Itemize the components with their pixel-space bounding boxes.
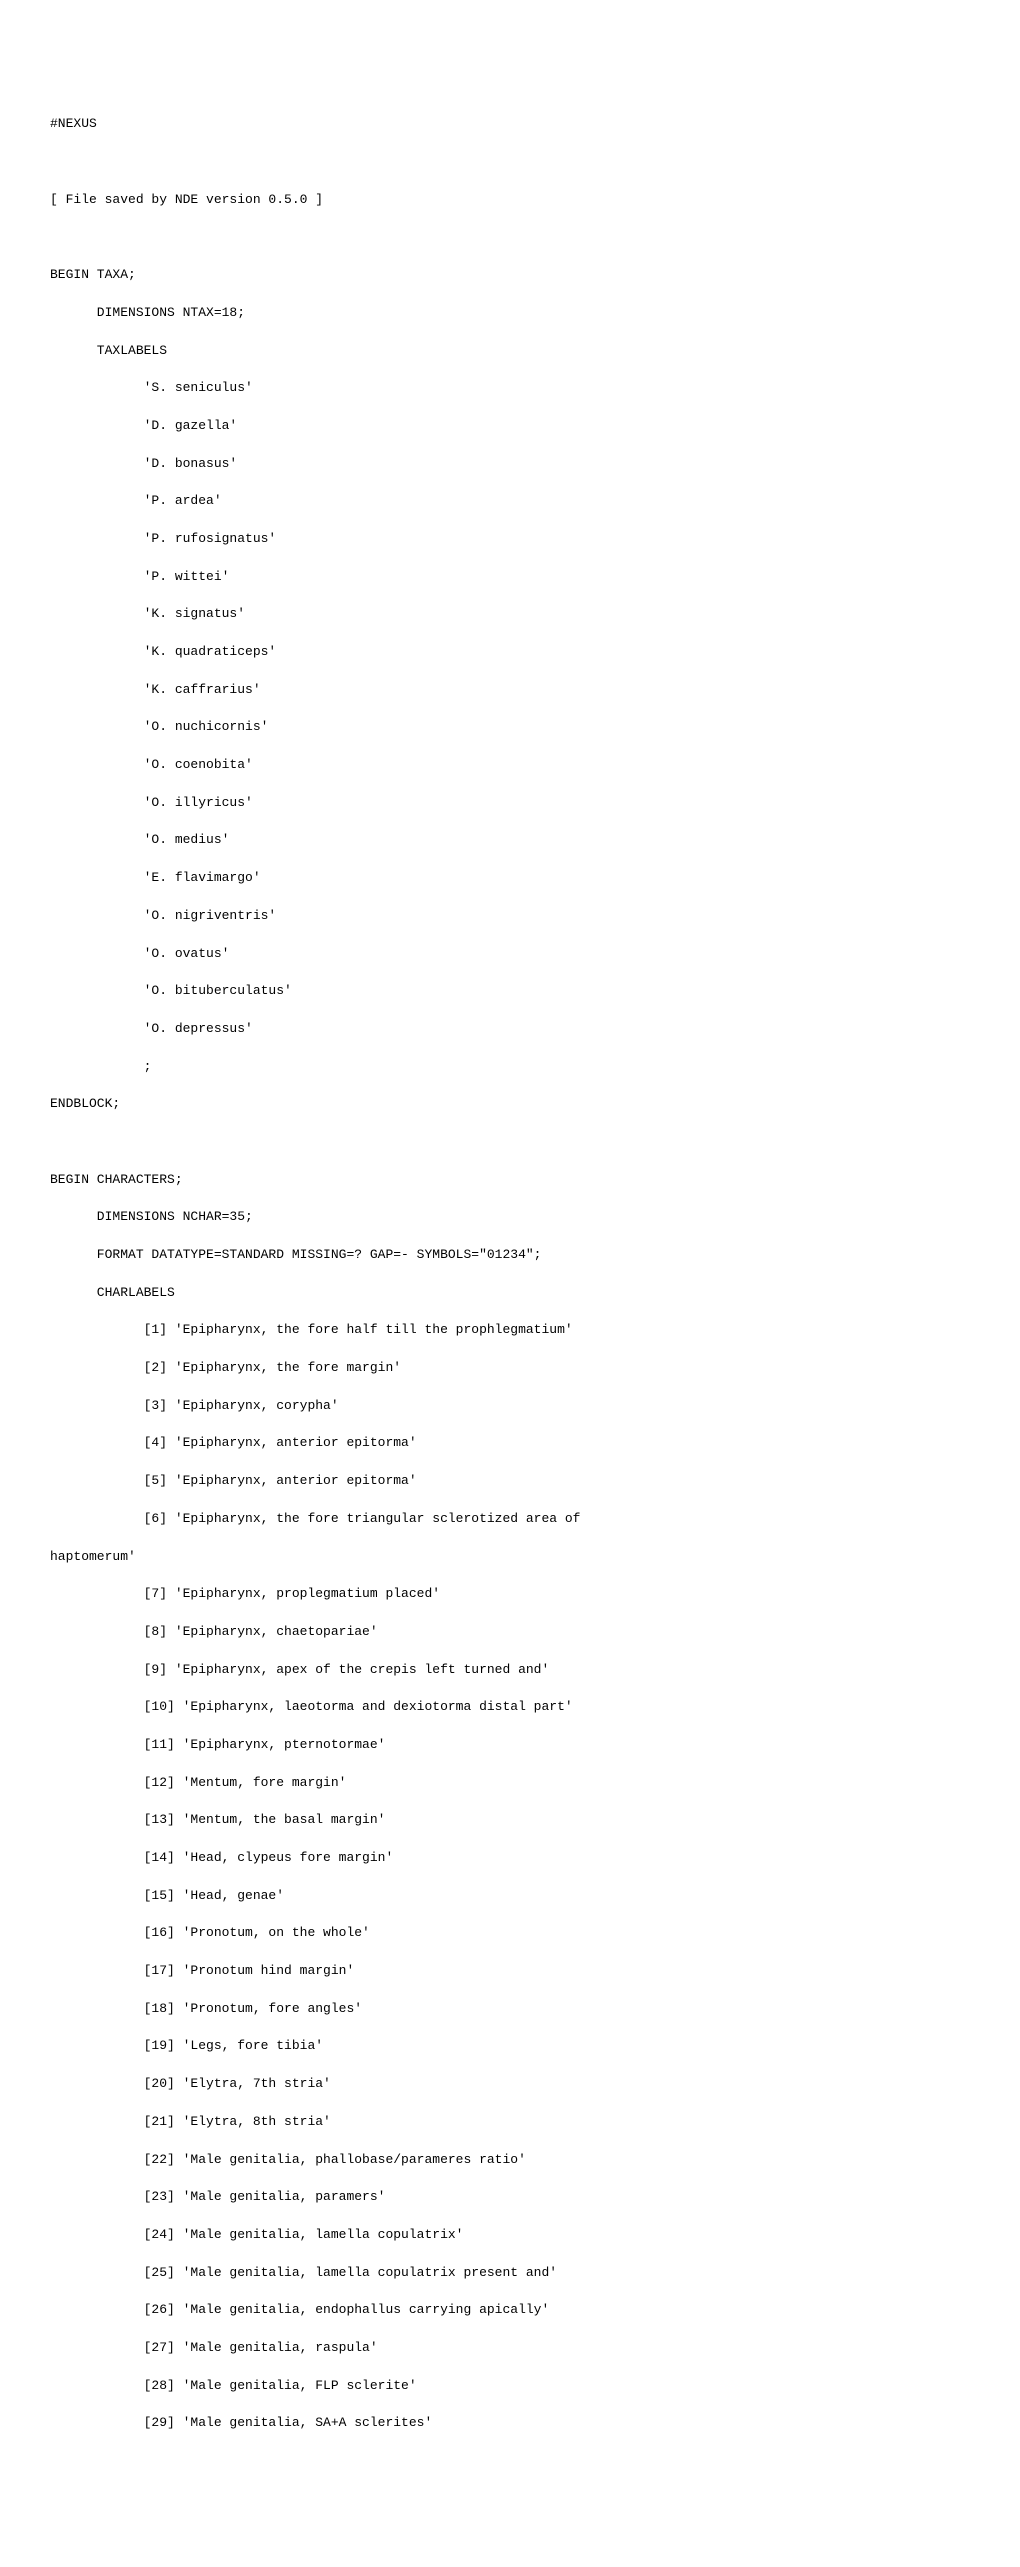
- charlabel: [25] 'Male genitalia, lamella copulatrix…: [50, 2264, 970, 2283]
- taxlabel: 'O. illyricus': [50, 794, 970, 813]
- taxlabel: 'O. medius': [50, 831, 970, 850]
- taxa-dimensions: DIMENSIONS NTAX=18;: [50, 304, 970, 323]
- charlabel: [16] 'Pronotum, on the whole': [50, 1924, 970, 1943]
- taxlabel: 'K. signatus': [50, 605, 970, 624]
- charlabel: [12] 'Mentum, fore margin': [50, 1774, 970, 1793]
- taxlabel: 'O. ovatus': [50, 945, 970, 964]
- file-comment: [ File saved by NDE version 0.5.0 ]: [50, 191, 970, 210]
- charlabel: [26] 'Male genitalia, endophallus carryi…: [50, 2301, 970, 2320]
- taxlabels-semicolon: ;: [50, 1058, 970, 1077]
- taxlabel: 'O. nuchicornis': [50, 718, 970, 737]
- taxlabel: 'D. bonasus': [50, 455, 970, 474]
- charlabel: [3] 'Epipharynx, corypha': [50, 1397, 970, 1416]
- taxlabel: 'E. flavimargo': [50, 869, 970, 888]
- nexus-header: #NEXUS: [50, 115, 970, 134]
- charlabel: [11] 'Epipharynx, pternotormae': [50, 1736, 970, 1755]
- begin-taxa: BEGIN TAXA;: [50, 266, 970, 285]
- charlabel: [1] 'Epipharynx, the fore half till the …: [50, 1321, 970, 1340]
- charlabel: [18] 'Pronotum, fore angles': [50, 2000, 970, 2019]
- taxlabel: 'P. rufosignatus': [50, 530, 970, 549]
- charlabel: [13] 'Mentum, the basal margin': [50, 1811, 970, 1830]
- charlabel: [17] 'Pronotum hind margin': [50, 1962, 970, 1981]
- charlabel: [2] 'Epipharynx, the fore margin': [50, 1359, 970, 1378]
- charlabel: [22] 'Male genitalia, phallobase/paramer…: [50, 2151, 970, 2170]
- charlabel: [10] 'Epipharynx, laeotorma and dexiotor…: [50, 1698, 970, 1717]
- charlabel: [24] 'Male genitalia, lamella copulatrix…: [50, 2226, 970, 2245]
- taxlabel: 'O. depressus': [50, 1020, 970, 1039]
- taxlabels-keyword: TAXLABELS: [50, 342, 970, 361]
- charlabel: [7] 'Epipharynx, proplegmatium placed': [50, 1585, 970, 1604]
- charlabel: [19] 'Legs, fore tibia': [50, 2037, 970, 2056]
- charlabel: [6] 'Epipharynx, the fore triangular scl…: [50, 1510, 970, 1529]
- taxlabel: 'P. ardea': [50, 492, 970, 511]
- taxlabel: 'K. quadraticeps': [50, 643, 970, 662]
- taxlabel: 'O. coenobita': [50, 756, 970, 775]
- charlabel: [15] 'Head, genae': [50, 1887, 970, 1906]
- taxlabel: 'O. nigriventris': [50, 907, 970, 926]
- charlabel: [28] 'Male genitalia, FLP sclerite': [50, 2377, 970, 2396]
- taxlabel: 'O. bituberculatus': [50, 982, 970, 1001]
- charlabel: [23] 'Male genitalia, paramers': [50, 2188, 970, 2207]
- charlabel: [20] 'Elytra, 7th stria': [50, 2075, 970, 2094]
- taxlabel: 'D. gazella': [50, 417, 970, 436]
- charlabel-continuation: haptomerum': [50, 1548, 970, 1567]
- charlabel: [14] 'Head, clypeus fore margin': [50, 1849, 970, 1868]
- characters-format: FORMAT DATATYPE=STANDARD MISSING=? GAP=-…: [50, 1246, 970, 1265]
- taxlabel: 'K. caffrarius': [50, 681, 970, 700]
- characters-dimensions: DIMENSIONS NCHAR=35;: [50, 1208, 970, 1227]
- blank-line: [50, 228, 970, 247]
- charlabel: [4] 'Epipharynx, anterior epitorma': [50, 1434, 970, 1453]
- charlabel: [29] 'Male genitalia, SA+A sclerites': [50, 2414, 970, 2433]
- begin-characters: BEGIN CHARACTERS;: [50, 1171, 970, 1190]
- charlabel: [8] 'Epipharynx, chaetopariae': [50, 1623, 970, 1642]
- taxlabel: 'P. wittei': [50, 568, 970, 587]
- charlabel: [27] 'Male genitalia, raspula': [50, 2339, 970, 2358]
- endblock: ENDBLOCK;: [50, 1095, 970, 1114]
- charlabels-keyword: CHARLABELS: [50, 1284, 970, 1303]
- blank-line: [50, 1133, 970, 1152]
- charlabel: [5] 'Epipharynx, anterior epitorma': [50, 1472, 970, 1491]
- taxlabel: 'S. seniculus': [50, 379, 970, 398]
- charlabel: [21] 'Elytra, 8th stria': [50, 2113, 970, 2132]
- charlabel: [9] 'Epipharynx, apex of the crepis left…: [50, 1661, 970, 1680]
- blank-line: [50, 153, 970, 172]
